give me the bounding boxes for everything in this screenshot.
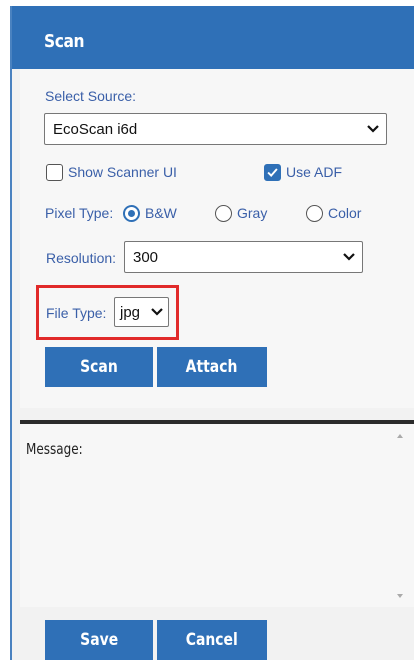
scan-button[interactable]: Scan bbox=[45, 347, 153, 387]
save-button-label: Save bbox=[79, 630, 118, 650]
source-select-value: EcoScan i6d bbox=[53, 120, 138, 138]
show-scanner-ui-label: Show Scanner UI bbox=[68, 164, 177, 180]
resolution-label: Resolution: bbox=[46, 250, 117, 266]
pixel-type-color-label: Color bbox=[328, 205, 362, 221]
resolution-select[interactable]: 300 bbox=[124, 241, 363, 273]
pixel-type-gray-label: Gray bbox=[237, 205, 268, 221]
cancel-button-label: Cancel bbox=[185, 630, 239, 650]
show-scanner-ui-checkbox[interactable] bbox=[46, 164, 63, 181]
attach-button-label: Attach bbox=[186, 357, 238, 377]
chevron-down-icon bbox=[343, 253, 355, 261]
file-type-label: File Type: bbox=[46, 305, 107, 321]
save-button[interactable]: Save bbox=[45, 620, 153, 660]
resolution-select-value: 300 bbox=[133, 248, 159, 266]
cancel-button[interactable]: Cancel bbox=[157, 620, 267, 660]
chevron-down-icon bbox=[367, 125, 379, 133]
scroll-down-arrow-icon[interactable] bbox=[397, 594, 403, 598]
message-label: Message: bbox=[26, 440, 83, 458]
dialog-header: Scan bbox=[10, 6, 414, 69]
use-adf-checkbox[interactable] bbox=[264, 164, 281, 181]
scan-button-label: Scan bbox=[80, 357, 118, 377]
attach-button[interactable]: Attach bbox=[157, 347, 267, 387]
source-select[interactable]: EcoScan i6d bbox=[44, 113, 387, 145]
pixel-type-label: Pixel Type: bbox=[45, 205, 114, 221]
scroll-up-arrow-icon[interactable] bbox=[397, 434, 403, 438]
select-source-label: Select Source: bbox=[45, 88, 137, 104]
pixel-type-bw-radio[interactable] bbox=[123, 205, 140, 222]
file-type-select-value: jpg bbox=[120, 303, 141, 321]
pixel-type-color-radio[interactable] bbox=[306, 205, 323, 222]
pixel-type-gray-radio[interactable] bbox=[215, 205, 232, 222]
chevron-down-icon bbox=[151, 308, 163, 316]
pixel-type-bw-label: B&W bbox=[145, 205, 177, 221]
file-type-select[interactable]: jpg bbox=[114, 297, 169, 327]
use-adf-label: Use ADF bbox=[286, 164, 343, 180]
dialog-title: Scan bbox=[44, 31, 85, 52]
checkmark-icon bbox=[267, 168, 278, 178]
